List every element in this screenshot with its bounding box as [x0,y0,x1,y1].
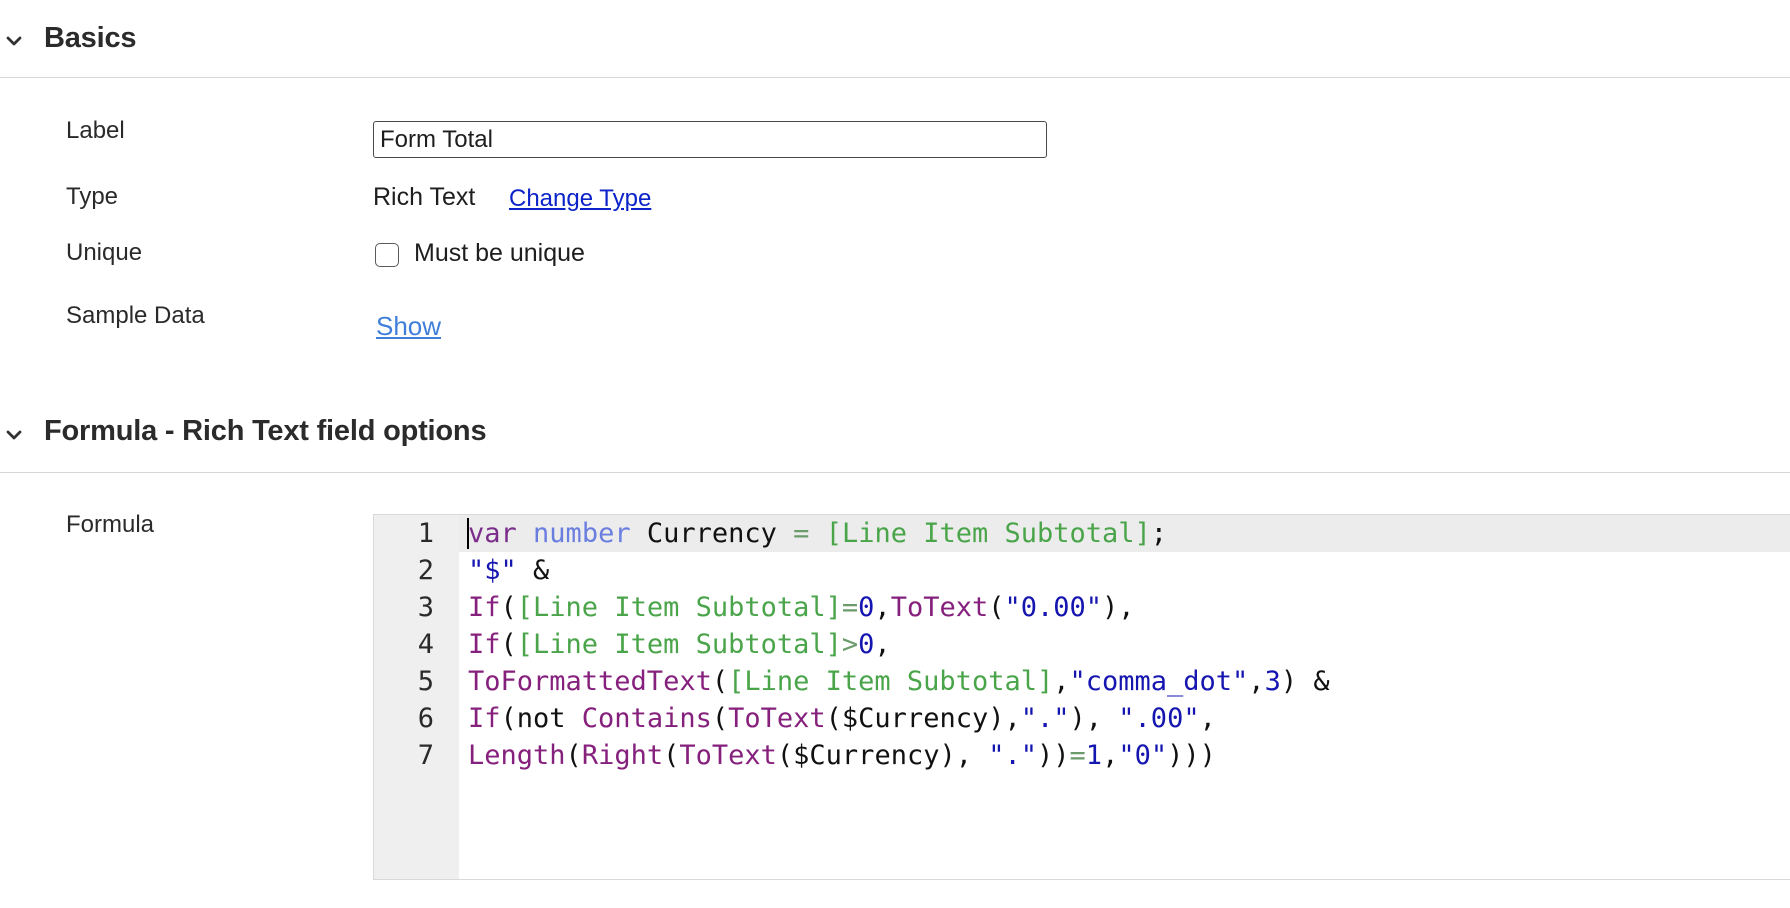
code-text: Length(Right(ToText($Currency), "."))=1,… [468,737,1216,774]
code-token: = [1069,740,1086,771]
code-token: ( [711,666,729,697]
code-token: number [533,518,631,549]
code-token: > [841,629,859,660]
formula-section-title: Formula - Rich Text field options [44,415,487,447]
code-token: , [1053,666,1070,697]
label-field-label: Label [66,117,125,144]
code-token: Right [581,740,664,771]
basics-section-header[interactable]: Basics [0,0,1790,78]
code-token: , [1248,666,1265,697]
label-input[interactable] [373,121,1047,158]
code-token: , [874,629,891,660]
line-number: 2 [417,555,434,586]
code-token: ), [1102,592,1135,623]
type-value: Rich Text [373,183,476,211]
line-number: 5 [417,666,434,697]
code-token: [Line Item Subtotal] [728,666,1054,697]
line-number: 4 [417,629,434,660]
code-token: var [468,518,517,549]
code-token: ( [988,592,1005,623]
code-token: ".00" [1118,703,1200,734]
show-sample-data-link[interactable]: Show [376,311,441,342]
code-token: 0 [858,629,875,660]
type-field-label: Type [66,183,119,210]
code-text: If([Line Item Subtotal]>0, [468,626,891,663]
basics-section-title: Basics [44,22,137,54]
code-token: [Line Item Subtotal] [516,592,842,623]
code-token: "." [1020,703,1070,734]
code-text: var number Currency = [Line Item Subtota… [468,515,1167,552]
code-token: "." [988,740,1038,771]
code-token: ToText [728,703,826,734]
code-token: ) & [1280,666,1330,697]
code-token: If [468,703,501,734]
sample-data-field-label: Sample Data [66,302,205,329]
must-be-unique-checkbox[interactable] [375,243,399,267]
line-number: 3 [417,592,434,623]
code-token: (not [500,703,582,734]
code-token: "0" [1118,740,1168,771]
code-token: If [468,592,501,623]
unique-field-label: Unique [66,239,143,266]
code-token: Length [468,740,566,771]
code-token: ( [663,740,680,771]
code-token: ( [500,592,517,623]
code-token: ($Currency), [825,703,1021,734]
code-token: If [468,629,501,660]
code-text: "$" & [468,552,549,589]
code-token: , [1199,703,1216,734]
code-token: , [874,592,891,623]
code-token: "0.00" [1004,592,1103,623]
field-settings-page: Basics Label Type Rich Text Change Type … [0,0,1790,908]
formula-field-label: Formula [66,511,155,538]
code-token: ToText [679,740,777,771]
formula-code-editor[interactable]: 1 var number Currency = [Line Item Subtot… [373,514,1790,880]
code-token: ))) [1167,740,1216,771]
code-token: 0 [858,592,875,623]
code-token: & [516,555,550,586]
code-token: , [1102,740,1119,771]
code-token: Currency [630,518,794,549]
code-text: If(not Contains(ToText($Currency),"."), … [468,700,1216,737]
code-token: ToFormattedText [468,666,712,697]
code-token: ( [500,629,517,660]
chevron-down-icon[interactable] [3,424,25,446]
change-type-link[interactable]: Change Type [509,185,651,213]
code-text: If([Line Item Subtotal]=0,ToText("0.00")… [468,589,1135,626]
code-token: 3 [1264,666,1281,697]
code-token: )) [1037,740,1070,771]
code-token: ($Currency), [776,740,989,771]
line-number: 1 [417,518,434,549]
code-token: = [793,518,810,549]
code-token: ( [565,740,582,771]
code-token: 1 [1085,740,1103,771]
code-token: [Line Item Subtotal] [516,629,842,660]
code-token: Contains [581,703,712,734]
code-token: ), [1069,703,1119,734]
code-token: ; [1150,518,1168,549]
formula-section-header[interactable]: Formula - Rich Text field options [0,393,1790,473]
code-token: "comma_dot" [1069,666,1249,697]
must-be-unique-label[interactable]: Must be unique [414,239,585,268]
chevron-down-icon[interactable] [3,30,25,52]
line-number: 7 [417,740,434,771]
code-token: ToText [890,592,989,623]
line-number: 6 [417,703,434,734]
code-token: ( [711,703,729,734]
code-token: "$" [468,555,517,586]
code-text: ToFormattedText([Line Item Subtotal],"co… [468,663,1330,700]
code-token: = [841,592,859,623]
code-token: [Line Item Subtotal] [825,518,1151,549]
